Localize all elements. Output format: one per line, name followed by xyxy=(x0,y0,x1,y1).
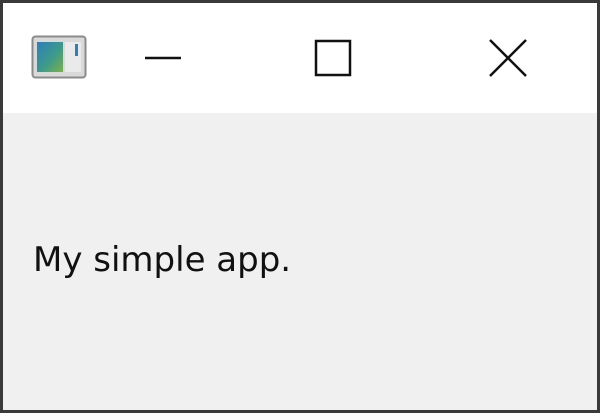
app-label: My simple app. xyxy=(33,240,292,280)
maximize-icon xyxy=(314,39,352,77)
application-window-icon[interactable] xyxy=(31,35,87,79)
app-window: My simple app. xyxy=(0,0,600,413)
close-icon xyxy=(489,39,527,77)
title-bar[interactable] xyxy=(3,3,597,113)
minimize-button[interactable] xyxy=(108,3,218,113)
minimize-icon xyxy=(145,56,181,60)
client-area: My simple app. xyxy=(3,113,597,410)
close-button[interactable] xyxy=(453,3,563,113)
maximize-button[interactable] xyxy=(278,3,388,113)
